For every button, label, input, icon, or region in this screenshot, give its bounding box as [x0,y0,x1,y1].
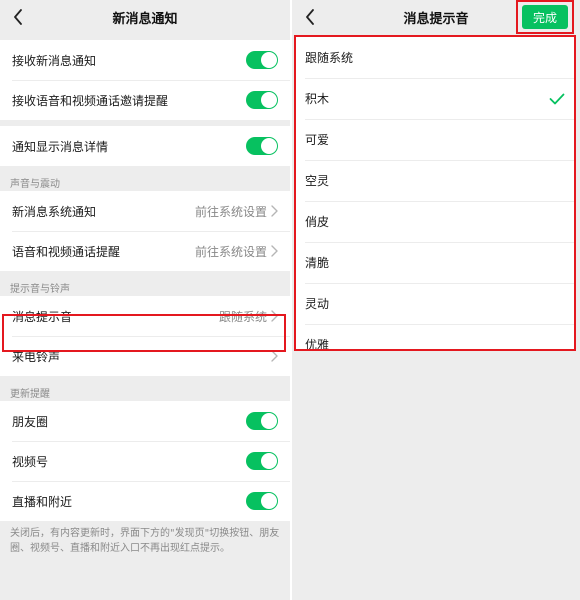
toggle-switch[interactable] [246,452,278,470]
row-value: 前往系统设置 [194,204,267,219]
row-message-tone[interactable]: 消息提示音 跟随系统 [0,296,290,336]
message-tone-screen: 消息提示音 完成 跟随系统 积木 可爱 空灵 俏皮 清脆 灵动 优雅 [292,0,580,600]
row-label: 消息提示音 [12,309,73,324]
row-label: 视频号 [12,454,49,469]
row-show-message-detail[interactable]: 通知显示消息详情 [0,126,290,166]
row-receive-call-invite[interactable]: 接收语音和视频通话邀请提醒 [0,80,290,120]
row-label: 接收新消息通知 [12,53,97,68]
tone-option[interactable]: 可爱 [296,119,574,160]
tone-option-label: 俏皮 [305,215,330,229]
tone-option-label: 清脆 [305,256,330,270]
row-receive-new-message[interactable]: 接收新消息通知 [0,40,290,80]
tone-option-label: 空灵 [305,174,330,188]
new-message-notification-screen: 新消息通知 接收新消息通知 接收语音和视频通话邀请提醒 通知显示消息详情 声音与… [0,0,290,600]
tone-option[interactable]: 优雅 [296,324,574,351]
nav-bar: 消息提示音 完成 [292,0,580,34]
chevron-left-icon [14,9,22,25]
chevron-right-icon [271,350,278,362]
toggle-knob [261,453,277,469]
toggle-knob [261,52,277,68]
page-title: 新消息通知 [112,11,178,27]
chevron-right-icon [271,245,278,257]
chevron-left-icon [306,9,314,25]
tone-option-label: 优雅 [305,338,330,351]
toggle-knob [261,413,277,429]
toggle-switch[interactable] [246,91,278,109]
row-new-message-system-notification[interactable]: 新消息系统通知 前往系统设置 [0,191,290,231]
row-ringtone[interactable]: 来电铃声 [0,336,290,376]
tone-option[interactable]: 清脆 [296,242,574,283]
row-live-nearby[interactable]: 直播和附近 [0,481,290,521]
tone-option-label: 灵动 [305,297,330,311]
toggle-switch[interactable] [246,137,278,155]
row-value: 前往系统设置 [194,244,267,259]
tone-option-label: 可爱 [305,133,330,147]
row-label: 接收语音和视频通话邀请提醒 [12,93,169,108]
toggle-knob [261,493,277,509]
updates-group: 朋友圈 视频号 直播和附近 [0,401,290,521]
checkmark-icon [549,91,565,107]
tone-option[interactable]: 跟随系统 [296,37,574,78]
tones-group: 消息提示音 跟随系统 来电铃声 [0,296,290,376]
chevron-right-icon [271,310,278,322]
back-button[interactable] [6,4,30,30]
row-label: 语音和视频通话提醒 [12,244,121,259]
tone-option-label: 积木 [305,92,330,106]
row-channels[interactable]: 视频号 [0,441,290,481]
section-header-tones: 提示音与铃声 [10,284,70,295]
toggle-switch[interactable] [246,492,278,510]
row-label: 来电铃声 [12,349,61,364]
tone-option[interactable]: 俏皮 [296,201,574,242]
row-label: 新消息系统通知 [12,204,97,219]
toggle-knob [261,138,277,154]
row-label: 直播和附近 [12,494,73,509]
toggle-switch[interactable] [246,51,278,69]
tone-option[interactable]: 积木 [296,78,574,119]
row-value: 跟随系统 [218,309,267,324]
row-label: 通知显示消息详情 [12,139,109,154]
chevron-right-icon [271,205,278,217]
highlight-box-done: 完成 [516,0,574,34]
back-button[interactable] [298,4,322,30]
tone-option-label: 跟随系统 [305,51,354,65]
section-header-sound-vibration: 声音与震动 [10,179,60,190]
footnote-text: 关闭后，有内容更新时，界面下方的"发现页"切换按钮、朋友圈、视频号、直播和附近入… [10,528,280,554]
page-title: 消息提示音 [403,11,469,27]
row-moments[interactable]: 朋友圈 [0,401,290,441]
notification-group: 接收新消息通知 接收语音和视频通话邀请提醒 [0,40,290,120]
done-button[interactable]: 完成 [522,5,568,29]
tone-option[interactable]: 空灵 [296,160,574,201]
section-header-updates: 更新提醒 [10,389,50,400]
detail-group: 通知显示消息详情 [0,126,290,166]
tone-options-list: 跟随系统 积木 可爱 空灵 俏皮 清脆 灵动 优雅 [294,35,576,351]
toggle-knob [261,92,277,108]
nav-bar: 新消息通知 [0,0,290,34]
tone-option[interactable]: 灵动 [296,283,574,324]
row-call-reminder[interactable]: 语音和视频通话提醒 前往系统设置 [0,231,290,271]
toggle-switch[interactable] [246,412,278,430]
sound-vibration-group: 新消息系统通知 前往系统设置 语音和视频通话提醒 前往系统设置 [0,191,290,271]
row-label: 朋友圈 [12,414,49,429]
